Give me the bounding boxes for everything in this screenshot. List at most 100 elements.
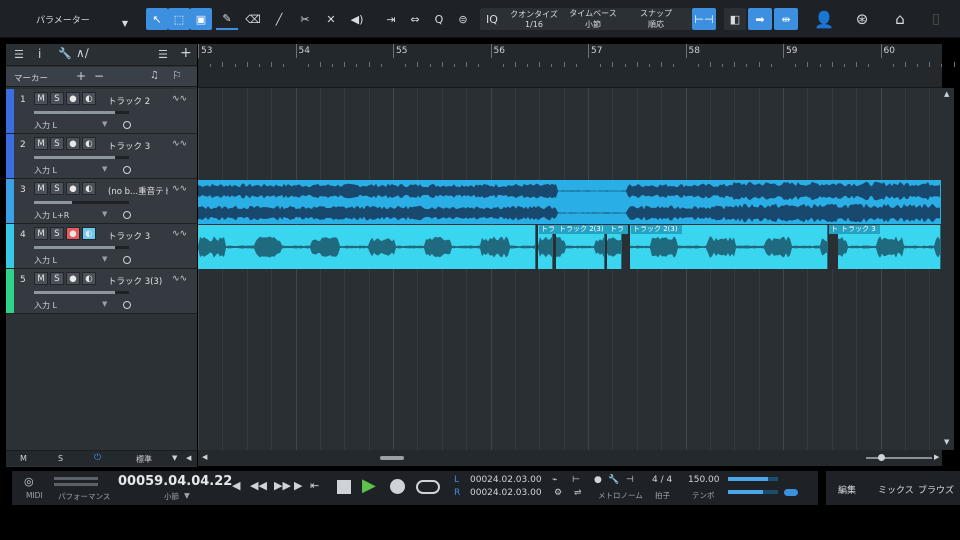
clip-label[interactable]: トラック 2(3) [631,225,682,234]
bend-tool-button[interactable]: ⇥ [380,8,402,30]
monitor-icon[interactable] [123,256,131,264]
eraser-tool-button[interactable]: ⌫ [242,8,264,30]
home-button[interactable]: ⌂ [888,8,912,30]
position-display[interactable]: 00059.04.04.22 [118,474,232,489]
input-select[interactable]: 入力 L+R [34,210,69,221]
global-solo-button[interactable]: S [58,454,63,463]
track-name[interactable]: トラック 3 [108,140,168,152]
groove-button[interactable]: ⊜ [452,8,474,30]
solo-button[interactable]: S [50,92,64,105]
solo-button[interactable]: S [50,182,64,195]
track-header-2[interactable]: 2 M S ● ◐ トラック 3 ∿∿ 入力 L ▼ [6,134,197,179]
split-tool-button[interactable]: ✕ [320,8,342,30]
autoscroll-button[interactable]: ◧ [724,8,746,30]
list-icon[interactable]: ☰ [158,48,168,61]
monitor-button[interactable]: ◐ [82,182,96,195]
track-header-5[interactable]: 5 M S ● ◐ トラック 3(3) ∿∿ 入力 L ▼ [6,269,197,314]
global-mute-button[interactable]: M [20,454,27,463]
track-name[interactable]: トラック 3 [108,230,168,242]
next-marker-icon[interactable]: ▶ [294,479,302,492]
record-icon[interactable] [390,479,405,494]
volume-slider[interactable] [34,111,129,114]
forward-icon[interactable]: ▶▶ [274,479,291,492]
remove-marker-icon[interactable]: − [94,69,104,83]
automation-icon[interactable]: ∧∕ [76,46,89,60]
view-button-3[interactable]: ブラウズ [918,483,954,496]
input-select[interactable]: 入力 L [34,255,57,266]
track-name[interactable]: トラック 2 [108,95,168,107]
monitor-button[interactable]: ◐ [82,92,96,105]
monitor-icon[interactable] [123,121,131,129]
add-track-icon[interactable]: + [180,45,192,61]
track-name[interactable]: トラック 3(3) [108,275,168,287]
mute-button[interactable]: M [34,137,48,150]
loop-icon[interactable] [416,480,440,494]
vertical-scrollbar[interactable]: ▲ ▼ [942,88,954,450]
mute-button[interactable]: M [34,182,48,195]
horizontal-scrollbar[interactable]: ◀ ▶ [198,450,942,466]
precount-icon[interactable]: ⌁ [552,475,557,485]
quantize-button[interactable]: Q [428,8,450,30]
mute-button[interactable]: M [34,92,48,105]
add-marker-icon[interactable]: + [76,69,86,83]
monitor-icon[interactable] [123,166,131,174]
clip-label[interactable]: トラ [539,225,559,234]
solo-button[interactable]: S [50,272,64,285]
note-icon[interactable]: ♫ [150,70,159,81]
waveform-icon[interactable]: ∿∿ [172,139,187,149]
metronome-on-icon[interactable]: ● [594,475,602,485]
monitor-button[interactable]: ◐ [82,137,96,150]
scroll-thumb[interactable] [380,456,404,460]
input-select[interactable]: 入力 L [34,120,57,131]
waveform-icon[interactable]: ∿∿ [172,94,187,104]
parameter-dropdown[interactable]: パラメーター ▼ [30,8,134,30]
gear-icon[interactable]: ⚙ [554,488,562,498]
flag-icon[interactable]: ⚐ [172,69,182,82]
audio-clip-track3[interactable] [198,180,941,224]
info-icon[interactable]: i [38,47,41,61]
iq-button[interactable]: IQ [482,8,502,30]
volume-slider[interactable] [34,291,129,294]
range-tool-button[interactable]: ⬚ [168,8,190,30]
page-button[interactable]: ▯ [928,8,944,30]
mute-button[interactable]: M [34,272,48,285]
track-name[interactable]: (no b...重音テト [108,185,168,197]
track-header-3[interactable]: 3 M S ● ◐ (no b...重音テト ∿∿ 入力 L+R ▼ [6,179,197,224]
solo-button[interactable]: S [50,227,64,240]
clip-label[interactable]: トラック 2(3) [557,225,608,234]
loop-start-value[interactable]: 00024.02.03.00 [470,475,542,485]
return-zero-icon[interactable]: ⇤ [310,479,319,492]
scroll-right-icon[interactable]: ▶ [934,453,939,461]
metronome-settings-icon[interactable]: 🔧 [608,475,619,485]
input-select[interactable]: 入力 L [34,300,57,311]
monitor-button[interactable]: ◐ [82,227,96,240]
volume-slider[interactable] [34,201,129,204]
input-select[interactable]: 入力 L [34,165,57,176]
timeline-ruler[interactable]: 53 54 55 56 57 58 59 60 [198,44,955,88]
clip-label[interactable]: トラック 3 [839,225,880,234]
cursor-follow-button[interactable]: ⇹ [774,8,798,30]
scroll-up-icon[interactable]: ▲ [944,90,949,98]
timing-icon[interactable]: ⊣ [626,475,634,485]
snap-toggle-button[interactable]: ⊢⊣ [692,8,716,30]
paint-tool-button[interactable]: ✎ [216,8,238,30]
track-header-1[interactable]: 1 M S ● ◐ トラック 2 ∿∿ 入力 L ▼ [6,89,197,134]
solo-button[interactable]: S [50,137,64,150]
waveform-icon[interactable]: ∿∿ [172,274,187,284]
track-header-4[interactable]: 4 M S ● ◐ トラック 3 ∿∿ 入力 L ▼ [6,224,197,269]
waveform-icon[interactable]: ∿∿ [172,184,187,194]
autopunch-icon[interactable]: ⇌ [574,488,582,498]
user-button[interactable]: 👤 [812,8,836,30]
mute-button[interactable]: M [34,227,48,240]
record-arm-button[interactable]: ● [66,227,80,240]
loop-end-value[interactable]: 00024.02.03.00 [470,488,542,498]
select-tool-button[interactable]: ▣ [190,8,212,30]
quantize-dropdown[interactable]: クオンタイズ 1/16 [506,8,562,30]
listen-tool-button[interactable]: ◀) [346,8,368,30]
line-tool-button[interactable]: ╱ [268,8,290,30]
arrow-tool-button[interactable]: ↖ [146,8,168,30]
record-arm-button[interactable]: ● [66,92,80,105]
time-signature-value[interactable]: 4 / 4 [652,475,672,485]
tempo-value[interactable]: 150.00 [688,475,720,485]
output-toggle[interactable] [784,489,798,496]
